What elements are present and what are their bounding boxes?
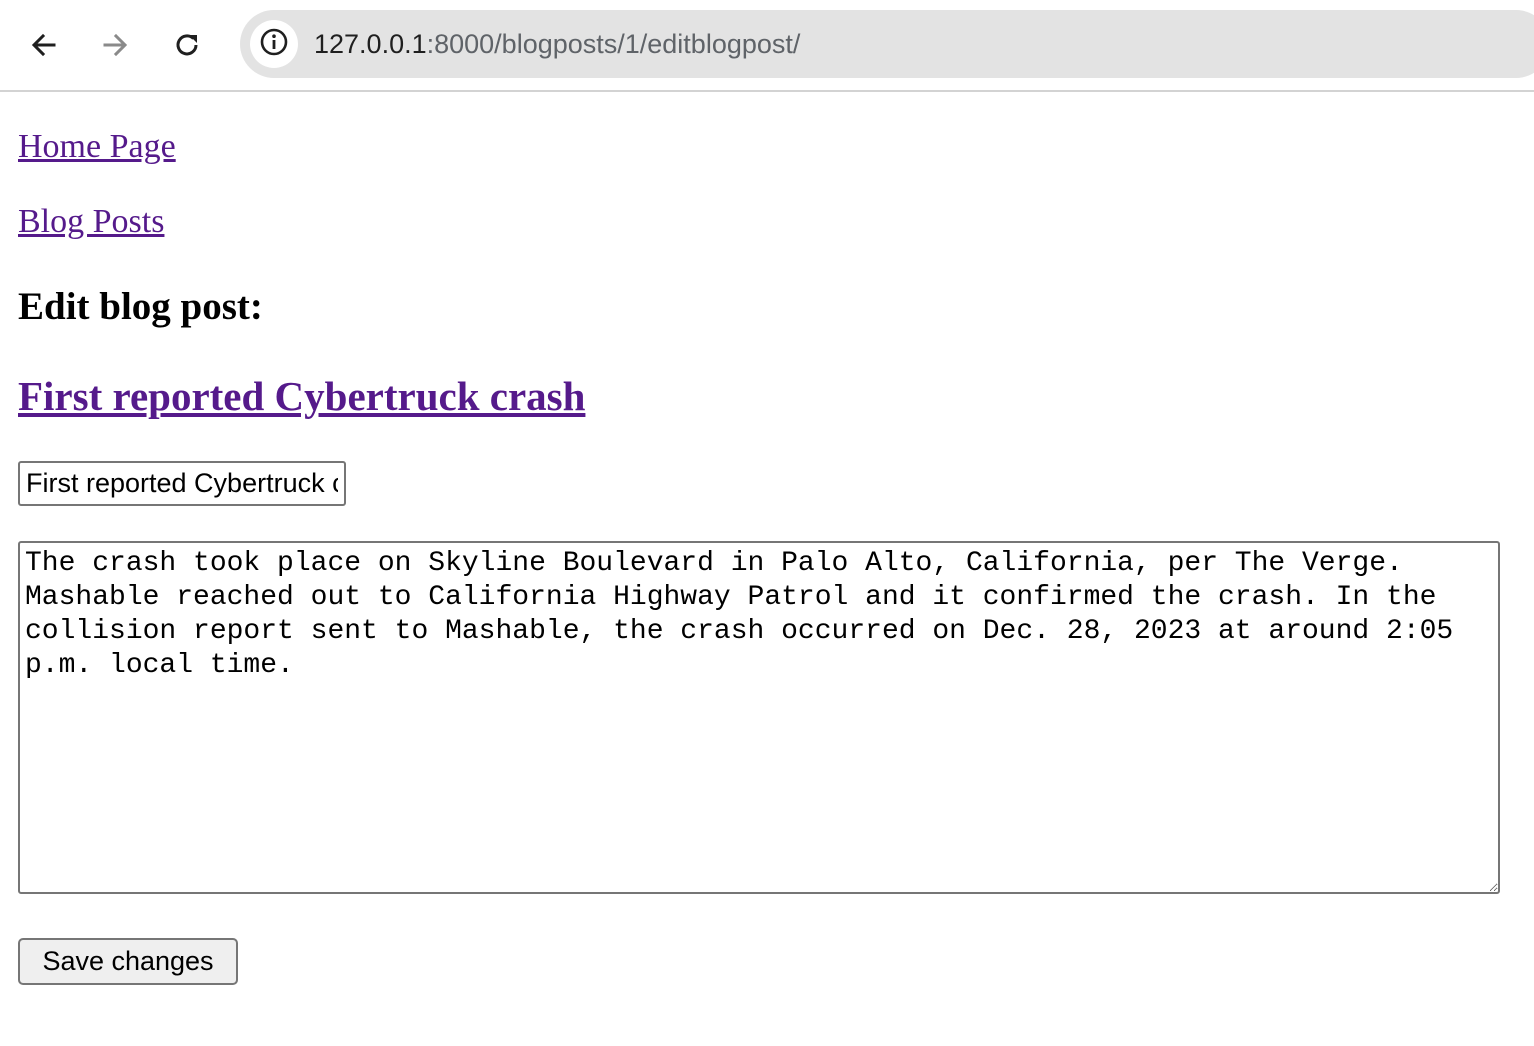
post-title-link[interactable]: First reported Cybertruck crash xyxy=(18,373,585,419)
body-textarea[interactable]: The crash took place on Skyline Boulevar… xyxy=(18,541,1500,894)
site-info-button[interactable] xyxy=(250,20,298,68)
arrow-left-icon xyxy=(30,31,58,59)
title-input[interactable] xyxy=(18,461,346,506)
reload-icon xyxy=(172,30,202,60)
address-bar[interactable]: 127.0.0.1:8000/blogposts/1/editblogpost/ xyxy=(240,10,1534,78)
reload-button[interactable] xyxy=(166,24,208,66)
back-button[interactable] xyxy=(23,24,65,66)
page-heading: Edit blog post: xyxy=(18,285,263,328)
page-content: Home Page Blog Posts Edit blog post: Fir… xyxy=(0,92,1534,1046)
url-text[interactable]: 127.0.0.1:8000/blogposts/1/editblogpost/ xyxy=(314,28,800,60)
forward-button[interactable] xyxy=(94,24,136,66)
arrow-right-icon xyxy=(101,31,129,59)
browser-toolbar: 127.0.0.1:8000/blogposts/1/editblogpost/ xyxy=(0,0,1534,92)
save-changes-button[interactable]: Save changes xyxy=(18,938,238,985)
url-host: 127.0.0.1 xyxy=(314,29,427,59)
info-circle-icon xyxy=(259,27,289,62)
post-title-heading: First reported Cybertruck crash xyxy=(18,372,585,420)
blog-posts-link[interactable]: Blog Posts xyxy=(18,202,164,242)
home-page-link[interactable]: Home Page xyxy=(18,127,176,167)
url-path: :8000/blogposts/1/editblogpost/ xyxy=(426,29,801,59)
